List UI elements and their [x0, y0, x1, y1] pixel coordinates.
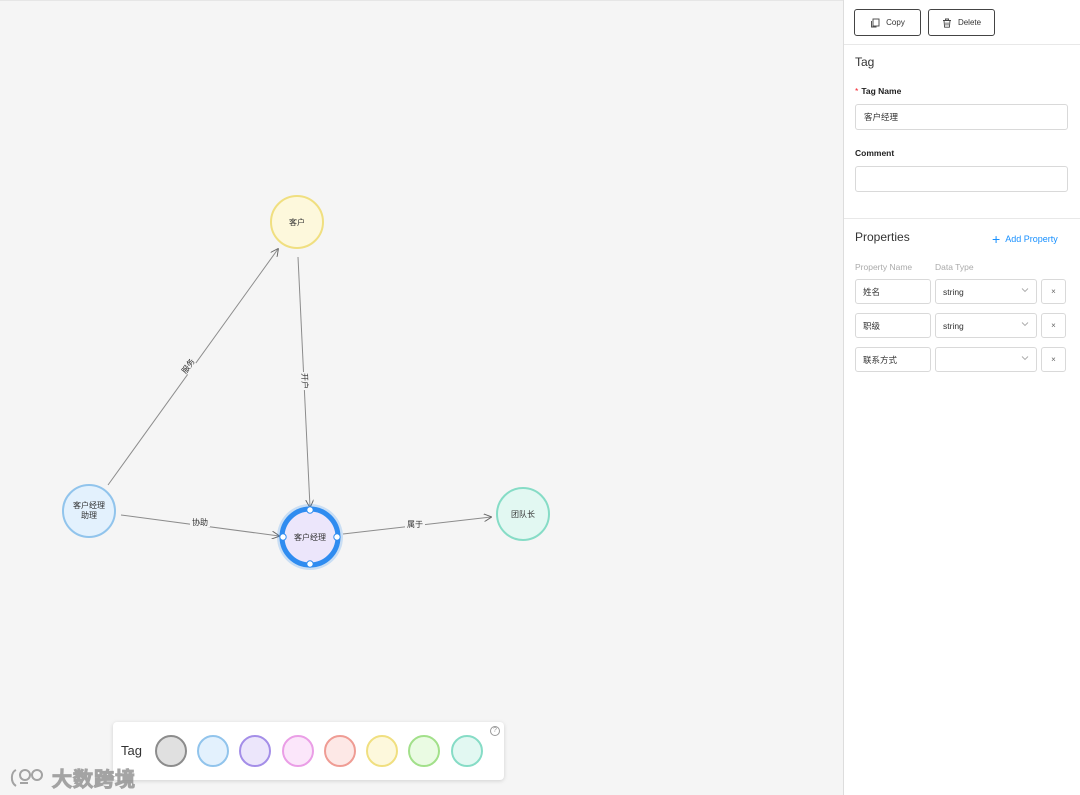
property-row: 职级 string ×: [855, 313, 1068, 338]
data-type-select[interactable]: [935, 347, 1037, 372]
node-customer-label: 客户: [289, 217, 305, 227]
comment-label: Comment: [855, 148, 895, 158]
tag-swatch-gray[interactable]: [155, 735, 187, 767]
edge-service[interactable]: 服务: [107, 249, 278, 486]
help-icon[interactable]: ?: [490, 726, 500, 736]
node-customer[interactable]: 客户: [270, 195, 324, 249]
chevron-down-icon: [1021, 322, 1029, 327]
delete-button[interactable]: Delete: [928, 9, 995, 36]
schema-graph[interactable]: 服务 开户 协助 属于 客户 客户经理 助理 客户经理 团队长: [0, 1, 843, 795]
property-row: 联系方式 ×: [855, 347, 1068, 372]
anchor-handle-right[interactable]: [333, 533, 341, 541]
copy-button[interactable]: Copy: [854, 9, 921, 36]
tag-palette: Tag ?: [113, 722, 504, 780]
edge-label-belongs-to: 属于: [407, 520, 423, 529]
edge-label-open-account: 开户: [300, 373, 311, 389]
remove-property-button[interactable]: ×: [1041, 313, 1066, 338]
panel-toolbar: Copy Delete: [844, 0, 1080, 45]
trash-icon: [942, 18, 951, 28]
section-title-tag: Tag: [855, 55, 875, 69]
copy-button-label: Copy: [886, 18, 905, 27]
plus-icon: +: [992, 230, 1001, 247]
chevron-down-icon: [1021, 356, 1029, 361]
delete-button-label: Delete: [957, 18, 982, 27]
node-assistant-label-line2: 助理: [81, 510, 97, 520]
tag-swatch-blue[interactable]: [197, 735, 229, 767]
tag-swatch-yellow[interactable]: [366, 735, 398, 767]
section-title-properties: Properties: [855, 230, 910, 244]
tag-swatch-teal[interactable]: [451, 735, 483, 767]
node-manager-label: 客户经理: [294, 532, 326, 542]
node-leader-label: 团队长: [511, 509, 535, 519]
copy-icon: [871, 18, 880, 27]
watermark-logo-icon: [10, 768, 43, 787]
node-manager[interactable]: 客户经理: [277, 504, 343, 570]
remove-property-button[interactable]: ×: [1041, 347, 1066, 372]
node-leader[interactable]: 团队长: [496, 487, 550, 541]
tag-swatch-pink[interactable]: [282, 735, 314, 767]
data-type-value: string: [943, 286, 964, 297]
property-name-input[interactable]: 联系方式: [855, 347, 931, 372]
node-assistant[interactable]: 客户经理 助理: [62, 484, 116, 538]
anchor-handle-left[interactable]: [279, 533, 287, 541]
anchor-handle-bottom[interactable]: [306, 560, 314, 568]
add-property-button[interactable]: + Add Property: [992, 230, 1058, 247]
tag-properties-panel: Copy Delete Tag * Tag Name 客户经理 Comment P…: [843, 0, 1080, 795]
tag-name-input[interactable]: 客户经理: [855, 104, 1068, 130]
tag-name-label: * Tag Name: [855, 86, 902, 96]
edge-label-assist: 协助: [192, 517, 208, 527]
watermark-text: 大数跨境: [52, 767, 136, 792]
column-header-data-type: Data Type: [935, 262, 974, 272]
remove-property-button[interactable]: ×: [1041, 279, 1066, 304]
property-name-input[interactable]: 职级: [855, 313, 931, 338]
data-type-select[interactable]: string: [935, 279, 1037, 304]
node-assistant-label-line1: 客户经理: [73, 500, 105, 510]
chevron-down-icon: [1021, 288, 1029, 293]
watermark: 大数跨境: [8, 763, 136, 792]
tag-swatch-purple[interactable]: [239, 735, 271, 767]
data-type-select[interactable]: string: [935, 313, 1037, 338]
palette-label: Tag: [121, 743, 142, 758]
column-header-property-name: Property Name: [855, 262, 913, 272]
section-divider: [844, 218, 1080, 219]
edge-belongs-to[interactable]: 属于: [342, 517, 491, 535]
comment-input[interactable]: [855, 166, 1068, 192]
add-property-label: Add Property: [1005, 234, 1058, 244]
tag-swatch-red[interactable]: [324, 735, 356, 767]
graph-canvas[interactable]: 服务 开户 协助 属于 客户 客户经理 助理 客户经理 团队长 Tag ? 大数…: [0, 0, 843, 795]
edge-assist[interactable]: 协助: [120, 514, 279, 536]
property-name-input[interactable]: 姓名: [855, 279, 931, 304]
anchor-handle-top[interactable]: [306, 506, 314, 514]
edge-open-account[interactable]: 开户: [297, 256, 313, 507]
property-row: 姓名 string ×: [855, 279, 1068, 304]
data-type-value: string: [943, 320, 964, 331]
tag-swatch-green[interactable]: [408, 735, 440, 767]
